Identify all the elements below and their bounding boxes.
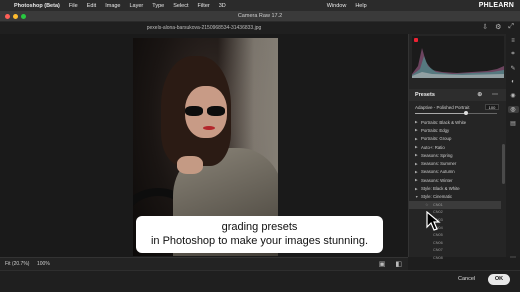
preset-group-label: Auto+: Ratio (421, 144, 445, 150)
ok-button[interactable]: OK (488, 274, 510, 285)
menu-3d[interactable]: 3D (219, 3, 226, 9)
preset-item[interactable]: CN04 (409, 224, 501, 232)
preset-item[interactable]: CN07 (409, 247, 501, 255)
before-after-icon[interactable]: ◧ (395, 260, 402, 268)
presets-section-header[interactable]: Presets ⊕ ⋯ (409, 89, 507, 101)
view-mode-icon[interactable]: ▣ (379, 260, 386, 268)
caption-line-2: in Photoshop to make your images stunnin… (150, 235, 369, 247)
save-icon[interactable]: ⇩ (482, 23, 488, 31)
preset-item-label: CN06 (433, 240, 443, 245)
preset-item-label: CN08 (433, 255, 443, 260)
preset-amount-label: Adaptive - Polished Portrait (415, 105, 470, 110)
preset-item[interactable]: CN02 (409, 209, 501, 217)
menu-window[interactable]: Window (327, 3, 347, 9)
preset-list: ▶ Portraits: Black & White ▶ Portraits: Edg… (409, 118, 501, 262)
preset-group[interactable]: ▶ Portraits: Group (409, 135, 501, 143)
dialog-footer (0, 270, 520, 292)
more-icon[interactable]: ⋯ (510, 254, 516, 261)
photo-lips (203, 126, 215, 130)
preset-group[interactable]: ▶ Portraits: Black & White (409, 118, 501, 126)
presets-options-icon[interactable]: ⊕ ⋯ (477, 91, 502, 98)
preset-group-label: Seasons: Autumn (421, 169, 455, 175)
preset-group-label: Seasons: Summer (421, 161, 457, 167)
preset-group[interactable]: ▶ Portraits: Edgy (409, 126, 501, 134)
fit-zoom-dropdown[interactable]: Fit (20.7%) (5, 261, 29, 267)
menu-app-name[interactable]: Photoshop (Beta) (14, 3, 60, 9)
preset-group-label: Portraits: Edgy (421, 127, 450, 133)
preset-group-label: Style: Cinematic (421, 194, 453, 200)
crop-icon[interactable]: ⌗ (511, 51, 514, 58)
photo-sunglasses (185, 106, 229, 116)
canvas-status-bar: Fit (20.7%) 100% ▣ ◧ (0, 257, 408, 270)
snapshots-icon[interactable]: ▤ (510, 120, 516, 127)
caption-line-1: grading presets (221, 221, 298, 233)
presets-icon[interactable]: ◎ (507, 106, 519, 113)
preset-group-label: Portraits: Group (421, 136, 452, 142)
slider-thumb[interactable] (463, 111, 468, 115)
preset-group[interactable]: ▼ Style: Cinematic (409, 193, 501, 201)
edit-icon[interactable]: ≡ (511, 38, 515, 44)
preset-group-label: Seasons: Spring (421, 152, 453, 158)
preset-group-label: Seasons: Winter (421, 177, 453, 183)
video-caption: grading presets in Photoshop to make you… (136, 216, 383, 253)
preset-group[interactable]: ▶ Style: Black & White (409, 184, 501, 192)
histogram (412, 36, 504, 78)
redeye-icon[interactable]: ◉ (510, 92, 515, 99)
preset-group[interactable]: ▶ Seasons: Spring (409, 151, 501, 159)
menu-edit[interactable]: Edit (87, 3, 96, 9)
presets-title: Presets (415, 92, 435, 98)
preset-group[interactable]: ▶ Auto+: Ratio (409, 143, 501, 151)
preset-group-label: Style: Black & White (421, 186, 460, 192)
preset-item-label: CN01 (433, 202, 443, 207)
mask-icon[interactable]: ◐ (511, 79, 515, 85)
heal-icon[interactable]: ✎ (510, 65, 515, 72)
preset-group[interactable]: ▶ Seasons: Autumn (409, 168, 501, 176)
menu-help[interactable]: Help (355, 3, 366, 9)
photo-hand (177, 156, 203, 174)
slider-fill (415, 113, 466, 114)
preset-group[interactable]: ▶ Seasons: Summer (409, 159, 501, 167)
menu-type[interactable]: Type (152, 3, 164, 9)
menu-file[interactable]: File (69, 3, 78, 9)
preset-item-label: CN07 (433, 248, 443, 253)
fullscreen-icon[interactable]: ⤢ (508, 23, 514, 31)
menu-image[interactable]: Image (105, 3, 120, 9)
preset-item[interactable]: CN05 (409, 231, 501, 239)
menu-bar: Photoshop (Beta) File Edit Image Layer T… (0, 0, 520, 11)
preset-group-label: Portraits: Black & White (421, 119, 467, 125)
menubar-right: PHLEARN (479, 0, 514, 11)
preset-item[interactable]: ☆ CN01 (409, 200, 501, 209)
preset-amount-slider[interactable] (415, 111, 497, 115)
window-title: Camera Raw 17.2 (237, 13, 283, 19)
preset-group[interactable]: ▶ Seasons: Winter (409, 176, 501, 184)
menu-filter[interactable]: Filter (198, 3, 210, 9)
gear-icon[interactable]: ⚙ (495, 23, 501, 31)
preset-item-label: CN05 (433, 233, 443, 238)
presets-panel: Presets ⊕ ⋯ Adaptive - Polished Portrait… (408, 34, 507, 260)
panel-scrollbar[interactable] (502, 144, 505, 184)
favorite-star-icon[interactable]: ☆ (425, 202, 433, 207)
window-title-bar: Camera Raw 17.2 (0, 11, 520, 22)
clipping-warning-icon[interactable] (414, 38, 418, 42)
preset-item[interactable]: CN08 (409, 254, 501, 262)
tool-rail: ≡ ⌗ ✎ ◐ ◉ ◎ ▤ ⋯ (506, 34, 520, 261)
preset-item[interactable]: CN06 (409, 239, 501, 247)
zoom-100-button[interactable]: 100% (37, 261, 50, 267)
preset-amount-value[interactable]: 100 (485, 104, 499, 110)
cancel-button[interactable]: Cancel (458, 276, 475, 282)
menu-layer[interactable]: Layer (130, 3, 144, 9)
mouse-cursor-icon (426, 211, 441, 231)
menu-select[interactable]: Select (173, 3, 188, 9)
preset-item[interactable]: CN03 (409, 216, 501, 224)
image-filename: pexels-alona-barsukova-2150968534-314368… (146, 25, 262, 31)
brand-watermark: PHLEARN (478, 2, 514, 9)
